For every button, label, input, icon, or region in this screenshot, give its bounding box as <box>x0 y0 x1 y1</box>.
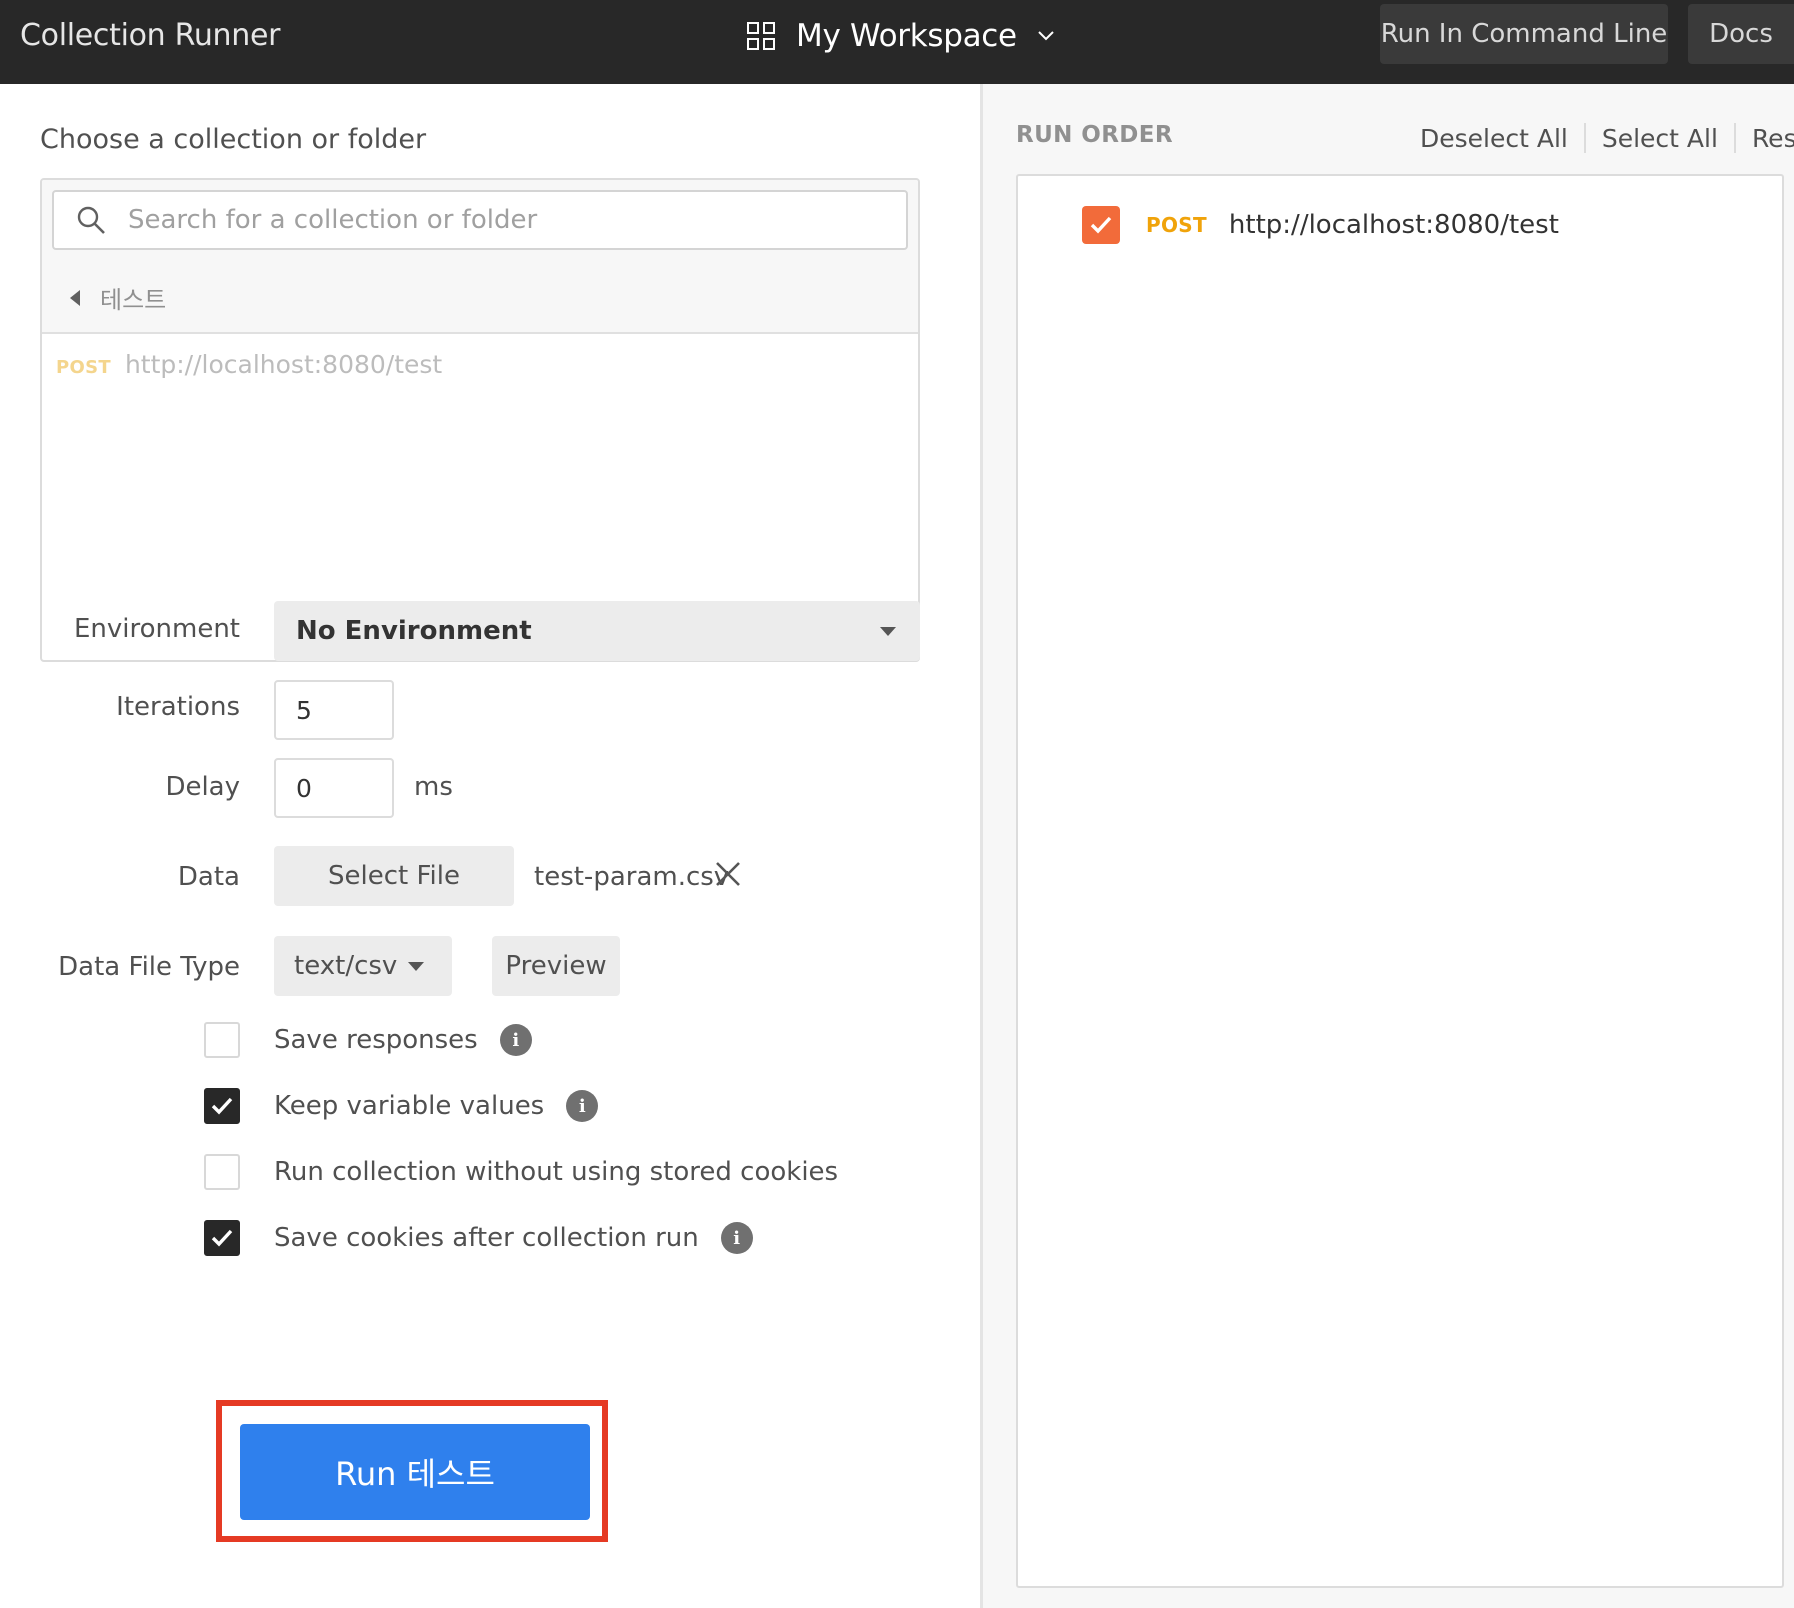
back-to-folder[interactable]: 테스트 <box>70 280 166 315</box>
choose-collection-label: Choose a collection or folder <box>40 124 427 155</box>
workspace-grid-icon <box>747 22 775 50</box>
option-label: Keep variable values <box>274 1091 545 1121</box>
request-url: http://localhost:8080/test <box>1228 210 1559 240</box>
select-file-button[interactable]: Select File <box>274 846 514 906</box>
info-icon[interactable]: i <box>499 1024 532 1056</box>
close-icon[interactable] <box>714 860 742 888</box>
run-in-command-line-button[interactable]: Run In Command Line <box>1380 4 1668 64</box>
divider <box>1733 123 1736 153</box>
checkmark-icon <box>1090 216 1112 234</box>
workspace-switcher[interactable]: My Workspace <box>746 14 1055 58</box>
runner-config-panel: Choose a collection or folder 테스트 POST h… <box>0 84 980 1608</box>
run-order-item-checkbox[interactable] <box>1082 206 1120 244</box>
folder-name: 테스트 <box>100 286 167 314</box>
top-bar: Collection Runner My Workspace Run In Co… <box>0 0 1794 84</box>
delay-input[interactable] <box>274 758 394 818</box>
search-box <box>52 190 908 250</box>
caret-down-icon <box>880 627 896 636</box>
iterations-label: Iterations <box>116 692 240 722</box>
option-run-without-cookies[interactable]: Run collection without using stored cook… <box>204 1154 838 1190</box>
environment-select[interactable]: No Environment <box>274 601 920 661</box>
data-file-type-select[interactable]: text/csv <box>274 936 452 996</box>
request-method: POST <box>56 357 111 378</box>
option-label: Save responses <box>274 1025 478 1055</box>
app-title: Collection Runner <box>20 18 281 53</box>
keep-variable-values-checkbox[interactable] <box>204 1088 240 1124</box>
select-all-button[interactable]: Select All <box>1602 124 1718 153</box>
info-icon[interactable]: i <box>566 1090 599 1122</box>
request-item[interactable]: POST http://localhost:8080/test <box>56 350 442 379</box>
run-order-item[interactable]: POST http://localhost:8080/test <box>1082 206 1559 244</box>
iterations-input[interactable] <box>274 680 394 740</box>
run-without-cookies-checkbox[interactable] <box>204 1154 240 1190</box>
save-cookies-checkbox[interactable] <box>204 1220 240 1256</box>
deselect-all-button[interactable]: Deselect All <box>1420 124 1568 153</box>
info-icon[interactable]: i <box>720 1222 753 1254</box>
option-label: Save cookies after collection run <box>274 1223 699 1253</box>
data-label: Data <box>177 862 240 892</box>
checkmark-icon <box>211 1229 233 1247</box>
request-method: POST <box>1146 213 1207 237</box>
delay-label: Delay <box>165 772 240 802</box>
run-order-heading: RUN ORDER <box>1016 122 1174 148</box>
reset-button[interactable]: Reset <box>1752 124 1794 153</box>
data-file-name: test-param.csv <box>534 862 730 892</box>
delay-unit: ms <box>414 772 453 802</box>
option-save-responses[interactable]: Save responses i <box>204 1022 532 1058</box>
workspace-name: My Workspace <box>796 18 1017 54</box>
checkmark-icon <box>211 1097 233 1115</box>
option-keep-variable-values[interactable]: Keep variable values i <box>204 1088 599 1124</box>
request-url: http://localhost:8080/test <box>124 350 443 379</box>
environment-value: No Environment <box>296 616 532 646</box>
caret-left-icon <box>70 289 80 306</box>
collection-picker-header: 테스트 <box>42 180 918 334</box>
divider <box>1583 123 1586 153</box>
run-order-list: POST http://localhost:8080/test <box>1016 174 1784 1588</box>
preview-button[interactable]: Preview <box>492 936 620 996</box>
option-save-cookies[interactable]: Save cookies after collection run i <box>204 1220 753 1256</box>
environment-label: Environment <box>73 614 240 644</box>
caret-down-icon <box>408 962 424 971</box>
run-collection-button[interactable]: Run 테스트 <box>240 1424 590 1520</box>
data-file-type-value: text/csv <box>294 951 398 981</box>
data-file-type-label: Data File Type <box>58 952 240 982</box>
save-responses-checkbox[interactable] <box>204 1022 240 1058</box>
option-label: Run collection without using stored cook… <box>274 1157 839 1187</box>
chevron-down-icon <box>1038 31 1054 41</box>
search-icon <box>77 206 105 234</box>
run-order-panel: RUN ORDER Deselect All Select All Reset … <box>983 84 1794 1608</box>
run-order-actions: Deselect All Select All Reset <box>1420 120 1794 156</box>
collection-picker: 테스트 POST http://localhost:8080/test <box>40 178 920 662</box>
search-input[interactable] <box>128 205 888 235</box>
docs-button[interactable]: Docs <box>1688 4 1794 64</box>
